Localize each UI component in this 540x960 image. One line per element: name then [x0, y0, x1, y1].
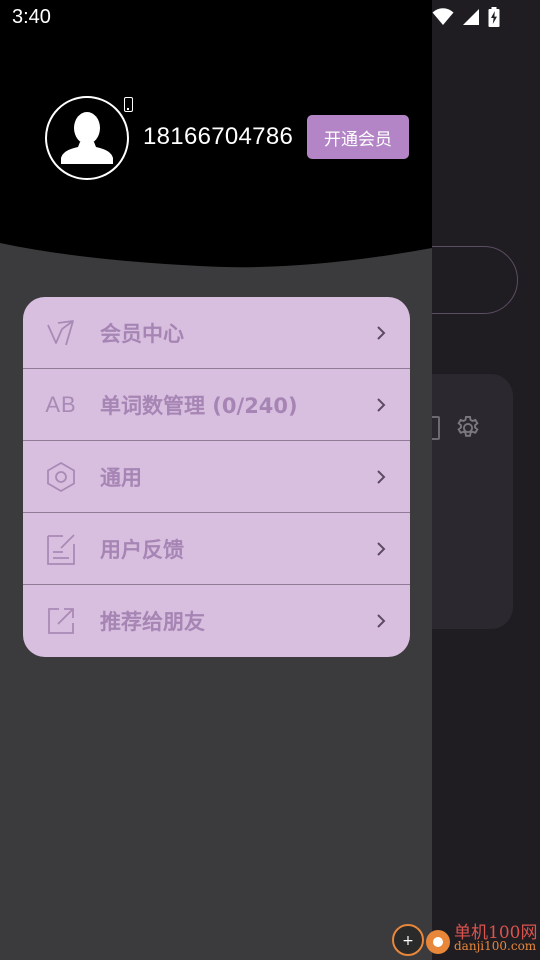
menu-item-vip-center[interactable]: 会员中心 [23, 297, 410, 369]
watermark: + 单机100网 danji100.com [390, 916, 540, 960]
navigation-drawer: 18166704786 开通会员 会员中心 AB 单词数管理 (0/240) 通… [0, 0, 432, 960]
watermark-url: danji100.com [454, 939, 537, 953]
menu-item-feedback[interactable]: 用户反馈 [23, 513, 410, 585]
vip-icon [45, 317, 77, 349]
status-icons [432, 6, 500, 28]
person-silhouette-icon [61, 112, 113, 164]
status-bar: 3:40 [0, 0, 540, 36]
menu-item-label: 会员中心 [100, 321, 184, 346]
status-time: 3:40 [12, 6, 51, 28]
phone-icon [124, 97, 133, 112]
signal-icon [463, 9, 479, 25]
menu-item-label: 通用 [100, 465, 142, 490]
hexagon-settings-icon [45, 461, 77, 493]
menu-item-word-count[interactable]: AB 单词数管理 (0/240) [23, 369, 410, 441]
avatar[interactable] [45, 96, 129, 180]
svg-text:+: + [402, 933, 414, 949]
chevron-right-icon [377, 325, 386, 340]
ab-icon-text: AB [45, 391, 77, 417]
danji-logo-icon: + [392, 924, 450, 956]
ab-icon: AB [45, 389, 77, 421]
drawer-menu: 会员中心 AB 单词数管理 (0/240) 通用 用户反馈 推荐给朋友 [23, 297, 410, 657]
chevron-right-icon [377, 614, 386, 628]
chevron-right-icon [377, 541, 386, 556]
chevron-right-icon [377, 397, 386, 412]
wifi-icon [432, 8, 454, 25]
open-membership-button[interactable]: 开通会员 [307, 115, 409, 159]
menu-item-recommend[interactable]: 推荐给朋友 [23, 585, 410, 657]
menu-item-label: 推荐给朋友 [100, 610, 205, 634]
phone-number: 18166704786 [143, 123, 294, 150]
battery-charging-icon [488, 7, 500, 27]
menu-item-label: 单词数管理 (0/240) [100, 393, 298, 418]
gear-icon [457, 415, 479, 437]
feedback-icon [45, 533, 77, 565]
menu-item-general[interactable]: 通用 [23, 441, 410, 513]
menu-item-label: 用户反馈 [100, 537, 184, 562]
share-icon [45, 605, 77, 637]
chevron-right-icon [377, 469, 386, 484]
